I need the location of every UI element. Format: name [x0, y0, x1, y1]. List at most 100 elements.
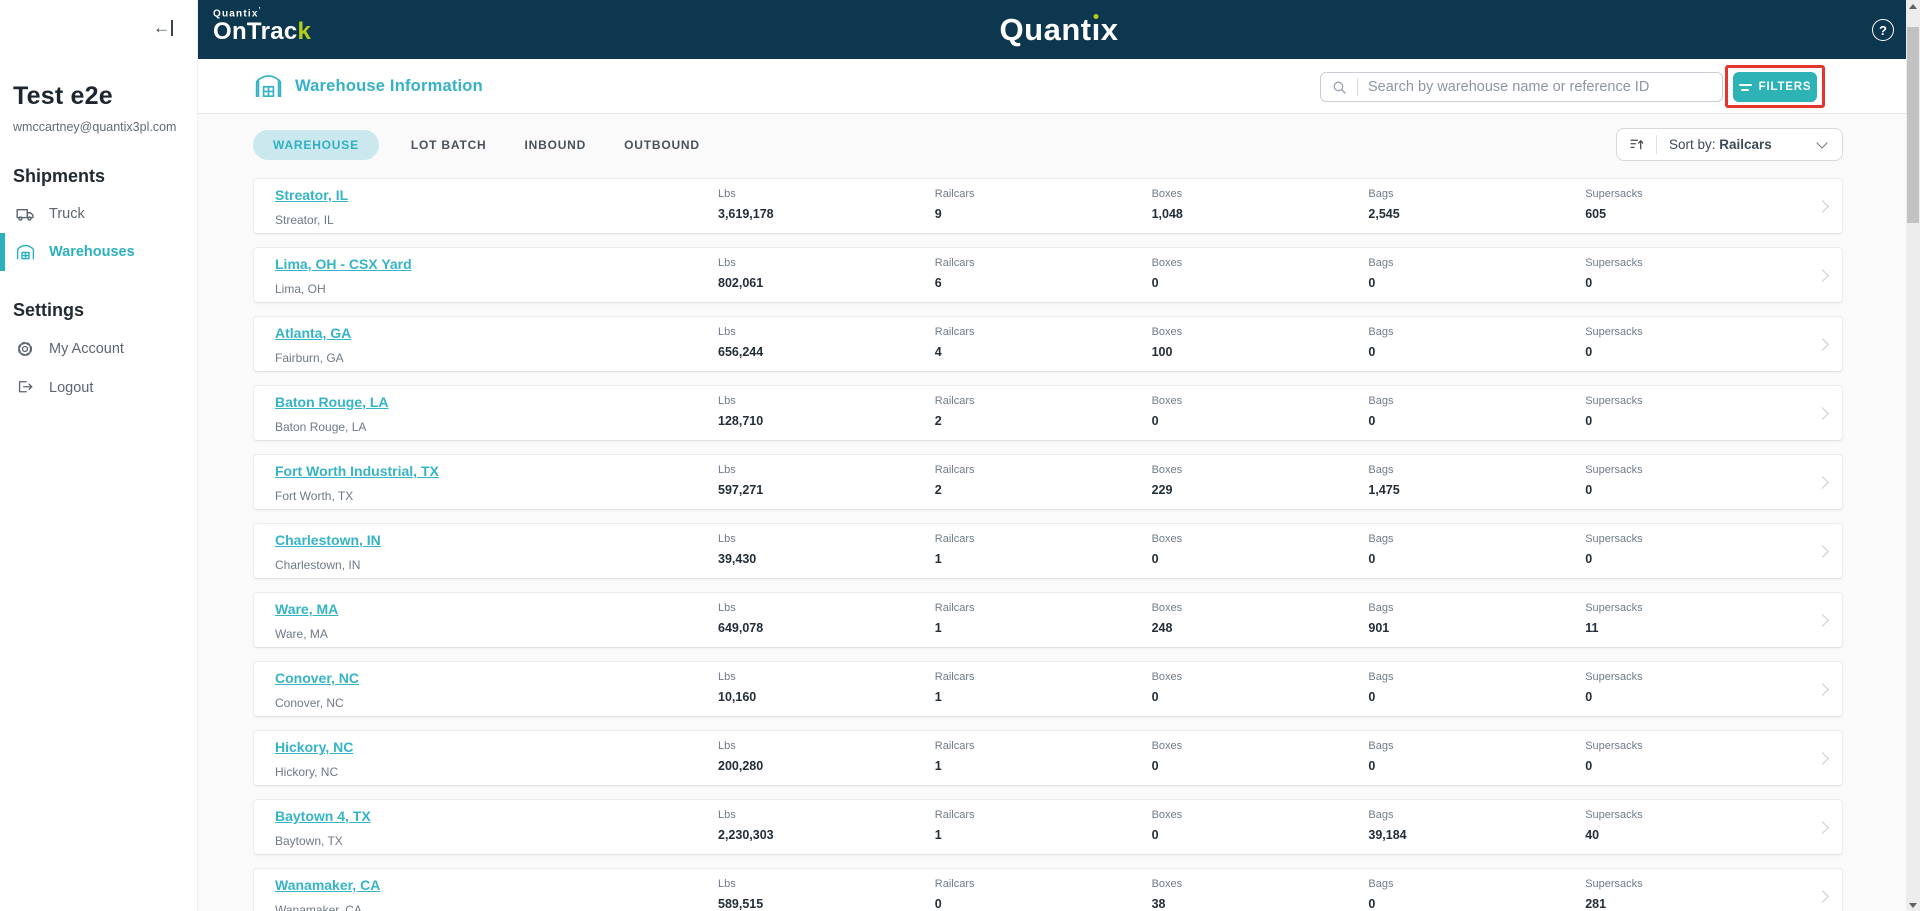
section-title-shipments: Shipments: [13, 166, 106, 186]
warehouse-name-cell: Streator, IL Streator, IL: [254, 179, 718, 233]
tab-warehouse[interactable]: WAREHOUSE: [253, 130, 379, 160]
table-row[interactable]: Atlanta, GA Fairburn, GA Lbs 656,244 Rai…: [253, 316, 1843, 372]
stat-lbs: Lbs 597,271: [718, 464, 764, 497]
warehouse-name-cell: Hickory, NC Hickory, NC: [254, 731, 718, 785]
warehouse-location: Streator, IL: [275, 213, 334, 227]
warehouse-name-cell: Lima, OH - CSX Yard Lima, OH: [254, 248, 718, 302]
search-input[interactable]: [1368, 79, 1722, 95]
filter-icon: [1738, 83, 1752, 91]
table-row[interactable]: Fort Worth Industrial, TX Fort Worth, TX…: [253, 454, 1843, 510]
row-chevron-icon[interactable]: [1802, 524, 1842, 578]
warehouse-location: Charlestown, IN: [275, 558, 361, 572]
warehouse-link[interactable]: Charlestown, IN: [275, 532, 381, 548]
stat-boxes: Boxes 100: [1151, 326, 1183, 359]
warehouse-link[interactable]: Fort Worth Industrial, TX: [275, 463, 439, 479]
stat-bags: Bags 1,475: [1368, 464, 1400, 497]
row-chevron-icon[interactable]: [1802, 869, 1842, 911]
tab-lot-batch[interactable]: LOT BATCH: [405, 130, 493, 160]
warehouse-link[interactable]: Lima, OH - CSX Yard: [275, 256, 412, 272]
sidebar-item-logout[interactable]: Logout: [0, 369, 198, 407]
stat-supersacks: Supersacks 11: [1585, 602, 1643, 635]
table-row[interactable]: Conover, NC Conover, NC Lbs 10,160 Railc…: [253, 661, 1843, 717]
row-chevron-icon[interactable]: [1802, 593, 1842, 647]
warehouse-link[interactable]: Ware, MA: [275, 601, 338, 617]
warehouse-location: Conover, NC: [275, 696, 344, 710]
chevron-down-icon: [1816, 136, 1828, 149]
warehouse-location: Lima, OH: [275, 282, 326, 296]
row-chevron-icon[interactable]: [1802, 248, 1842, 302]
sidebar-item-truck[interactable]: Truck: [0, 195, 198, 233]
stat-lbs: Lbs 3,619,178: [718, 188, 774, 221]
sidebar-item-label: Warehouses: [49, 244, 135, 260]
sort-divider: [1656, 135, 1657, 154]
table-row[interactable]: Streator, IL Streator, IL Lbs 3,619,178 …: [253, 178, 1843, 234]
warehouse-list: Streator, IL Streator, IL Lbs 3,619,178 …: [253, 178, 1843, 911]
user-email: wmccartney@quantix3pl.com: [13, 120, 177, 134]
help-icon[interactable]: ?: [1872, 19, 1894, 41]
warehouse-link[interactable]: Baton Rouge, LA: [275, 394, 389, 410]
warehouse-name-cell: Atlanta, GA Fairburn, GA: [254, 317, 718, 371]
row-chevron-icon[interactable]: [1802, 800, 1842, 854]
stat-boxes: Boxes 229: [1151, 464, 1183, 497]
collapse-arrow: ←: [153, 18, 170, 37]
sidebar-item-warehouses[interactable]: Warehouses: [0, 233, 198, 271]
stat-boxes: Boxes 0: [1151, 395, 1183, 428]
stat-lbs: Lbs 128,710: [718, 395, 764, 428]
stat-bags: Bags 901: [1368, 602, 1394, 635]
scrollbar[interactable]: [1906, 0, 1920, 911]
scroll-down-arrow-icon[interactable]: [1909, 903, 1917, 908]
sidebar-item-label: Logout: [49, 380, 94, 396]
stat-lbs: Lbs 649,078: [718, 602, 764, 635]
row-chevron-icon[interactable]: [1802, 179, 1842, 233]
tab-outbound[interactable]: OUTBOUND: [618, 130, 706, 160]
stat-bags: Bags 0: [1368, 740, 1394, 773]
warehouse-link[interactable]: Hickory, NC: [275, 739, 353, 755]
row-chevron-icon[interactable]: [1802, 317, 1842, 371]
table-row[interactable]: Ware, MA Ware, MA Lbs 649,078 Railcars 1…: [253, 592, 1843, 648]
table-row[interactable]: Lima, OH - CSX Yard Lima, OH Lbs 802,061…: [253, 247, 1843, 303]
warehouse-location: Ware, MA: [275, 627, 328, 641]
stat-boxes: Boxes 38: [1151, 878, 1183, 911]
stat-boxes: Boxes 248: [1151, 602, 1183, 635]
warehouse-link[interactable]: Streator, IL: [275, 187, 348, 203]
table-row[interactable]: Baton Rouge, LA Baton Rouge, LA Lbs 128,…: [253, 385, 1843, 441]
table-row[interactable]: Wanamaker, CA Wanamaker, CA Lbs 589,515 …: [253, 868, 1843, 911]
row-chevron-icon[interactable]: [1802, 455, 1842, 509]
row-chevron-icon[interactable]: [1802, 662, 1842, 716]
row-chevron-icon[interactable]: [1802, 386, 1842, 440]
table-row[interactable]: Baytown 4, TX Baytown, TX Lbs 2,230,303 …: [253, 799, 1843, 855]
warehouse-link[interactable]: Baytown 4, TX: [275, 808, 371, 824]
search-icon: [1321, 79, 1357, 96]
sort-dropdown[interactable]: Sort by: Railcars: [1616, 128, 1843, 161]
sort-label: Sort by: Railcars: [1669, 137, 1772, 152]
stat-supersacks: Supersacks 0: [1585, 257, 1643, 290]
search-divider: [1357, 78, 1358, 96]
warehouse-link[interactable]: Wanamaker, CA: [275, 877, 380, 893]
tab-inbound[interactable]: INBOUND: [519, 130, 593, 160]
warehouse-name-cell: Wanamaker, CA Wanamaker, CA: [254, 869, 718, 911]
stat-supersacks: Supersacks 605: [1585, 188, 1643, 221]
stat-lbs: Lbs 200,280: [718, 740, 764, 773]
scrollbar-thumb[interactable]: [1907, 27, 1919, 223]
sidebar-collapse-icon[interactable]: ←: [153, 18, 173, 38]
top-header: Quantix’ OnTrack Quantı x ?: [198, 0, 1920, 59]
warehouse-title-icon: [253, 71, 295, 102]
table-row[interactable]: Hickory, NC Hickory, NC Lbs 200,280 Rail…: [253, 730, 1843, 786]
filters-button[interactable]: FILTERS: [1733, 72, 1817, 102]
row-chevron-icon[interactable]: [1802, 731, 1842, 785]
stat-bags: Bags 2,545: [1368, 188, 1400, 221]
warehouse-link[interactable]: Atlanta, GA: [275, 325, 351, 341]
stat-boxes: Boxes 1,048: [1151, 188, 1183, 221]
stat-railcars: Railcars 2: [934, 464, 975, 497]
scroll-up-arrow-icon[interactable]: [1909, 4, 1917, 9]
stat-railcars: Railcars 6: [934, 257, 975, 290]
warehouse-location: Baytown, TX: [275, 834, 343, 848]
stat-bags: Bags 39,184: [1368, 809, 1407, 842]
stat-bags: Bags 0: [1368, 257, 1394, 290]
stat-lbs: Lbs 802,061: [718, 257, 764, 290]
stat-bags: Bags 0: [1368, 326, 1394, 359]
stat-bags: Bags 0: [1368, 878, 1394, 911]
sidebar-item-my-account[interactable]: My Account: [0, 330, 198, 368]
warehouse-link[interactable]: Conover, NC: [275, 670, 359, 686]
table-row[interactable]: Charlestown, IN Charlestown, IN Lbs 39,4…: [253, 523, 1843, 579]
